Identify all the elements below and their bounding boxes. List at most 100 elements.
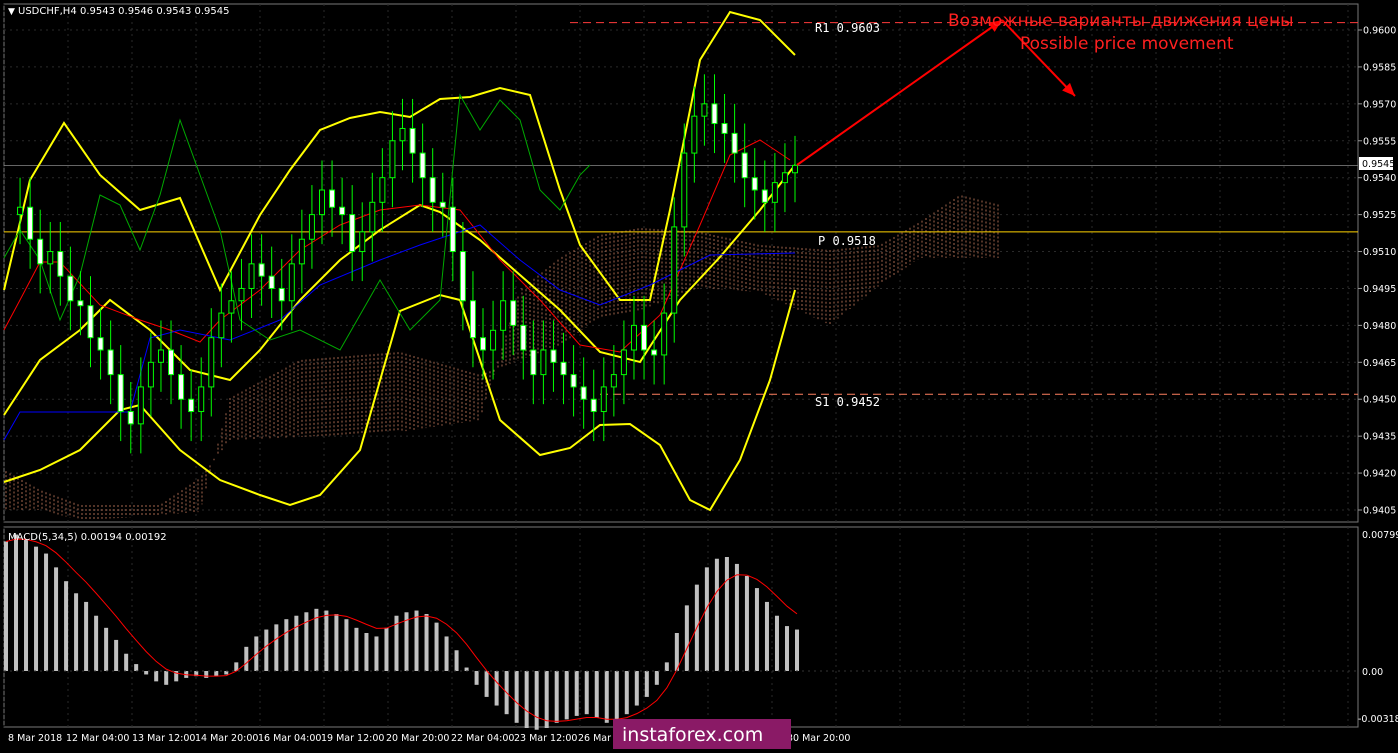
candle xyxy=(600,357,607,442)
candle xyxy=(198,357,205,442)
candle-body xyxy=(570,374,577,388)
candle xyxy=(409,98,416,183)
candle-body xyxy=(590,398,597,413)
candle-body xyxy=(480,337,487,351)
candle-body xyxy=(781,172,788,184)
price-tick-label: 0.9570 xyxy=(1363,99,1396,110)
candle xyxy=(57,222,64,306)
candle xyxy=(580,357,587,429)
macd-bar xyxy=(134,664,139,671)
candle-body xyxy=(117,374,124,413)
candle-body xyxy=(459,251,466,302)
candle xyxy=(500,271,507,360)
macd-bar xyxy=(164,671,169,685)
time-tick-label: 16 Mar 04:00 xyxy=(258,733,321,744)
candle-body xyxy=(258,263,265,277)
macd-tick-top: 0.00799 xyxy=(1362,530,1398,541)
macd-bar xyxy=(534,671,539,730)
candle xyxy=(751,148,758,220)
candle xyxy=(490,300,497,380)
candle xyxy=(480,308,487,380)
candle-body xyxy=(651,349,658,356)
candle xyxy=(510,271,517,355)
candle-body xyxy=(268,275,275,289)
candle-body xyxy=(107,349,114,376)
macd-bar xyxy=(484,671,489,697)
candle xyxy=(630,295,637,380)
macd-bar xyxy=(444,636,449,671)
candle-body xyxy=(308,214,315,240)
candle xyxy=(781,143,788,213)
chart-window[interactable]: 0.9600 0.9585 0.9570 0.9555 0.9540 0.9525 0.95… xyxy=(0,0,1398,749)
r1-label: R1 0.9603 xyxy=(815,21,880,35)
candle-body xyxy=(711,103,718,125)
macd-bar xyxy=(464,667,469,671)
macd-bar xyxy=(24,539,29,671)
macd-bar xyxy=(204,671,209,678)
macd-bar xyxy=(284,619,289,671)
price-tick-label: 0.9540 xyxy=(1363,173,1396,184)
candle xyxy=(339,177,346,245)
macd-bar xyxy=(124,653,129,671)
menu-triangle-icon[interactable]: ▼ xyxy=(8,7,15,17)
candle xyxy=(771,153,778,232)
candle-body xyxy=(27,206,34,240)
macd-bar xyxy=(724,557,729,671)
candle xyxy=(308,185,315,269)
macd-bar xyxy=(594,671,599,718)
macd-bar xyxy=(654,671,659,685)
candle xyxy=(188,369,195,442)
annotation-russian: Возможные варианты движения цены xyxy=(948,11,1294,31)
macd-bar xyxy=(574,671,579,716)
watermark-text: instaforex.com xyxy=(622,724,763,746)
price-tick-label: 0.9525 xyxy=(1363,210,1396,221)
macd-bar xyxy=(214,671,219,677)
candle-body xyxy=(198,386,205,413)
candle-body xyxy=(248,263,255,289)
candle-body xyxy=(318,189,325,216)
candle xyxy=(439,172,446,237)
candle xyxy=(27,177,34,269)
chart-grid xyxy=(3,4,1358,727)
candle xyxy=(349,185,356,282)
macd-bar xyxy=(44,553,49,671)
macd-bar xyxy=(364,633,369,671)
candle-body xyxy=(339,206,346,216)
candle-body xyxy=(771,182,778,203)
candle-body xyxy=(147,361,154,388)
candle-body xyxy=(721,123,728,134)
candle xyxy=(419,123,426,208)
time-tick-label: 23 Mar 12:00 xyxy=(514,733,577,744)
time-tick-label: 30 Mar 20:00 xyxy=(787,733,850,744)
price-tick-label: 0.9405 xyxy=(1363,506,1396,517)
candle xyxy=(792,135,798,203)
candle xyxy=(137,357,144,454)
macd-bar xyxy=(14,534,19,671)
time-tick-label: 8 Mar 2018 xyxy=(8,733,62,744)
candle xyxy=(178,345,185,429)
candle xyxy=(288,234,295,331)
chart-canvas[interactable]: 0.9600 0.9585 0.9570 0.9555 0.9540 0.9525 0.95… xyxy=(0,0,1398,749)
price-tick-label: 0.9600 xyxy=(1363,26,1396,37)
macd-bar xyxy=(4,541,8,671)
candle xyxy=(228,271,235,343)
pivot-levels xyxy=(4,22,1358,395)
candle xyxy=(530,320,537,405)
candle-body xyxy=(349,214,356,253)
macd-bar xyxy=(244,646,249,671)
macd-bar xyxy=(584,671,589,715)
candle xyxy=(741,123,748,208)
candle xyxy=(399,98,406,171)
candle-body xyxy=(208,337,215,388)
pivot-label: P 0.9518 xyxy=(818,234,876,248)
price-tick-label: 0.9420 xyxy=(1363,469,1396,480)
forecast-down-arrow xyxy=(1001,19,1076,97)
candle xyxy=(520,295,527,380)
macd-bar xyxy=(384,627,389,671)
macd-bar xyxy=(344,619,349,671)
candle xyxy=(701,74,708,146)
macd-bar xyxy=(774,615,779,671)
candle xyxy=(469,271,476,368)
time-tick-label: 19 Mar 12:00 xyxy=(321,733,384,744)
annotation-english: Possible price movement xyxy=(1020,34,1234,54)
